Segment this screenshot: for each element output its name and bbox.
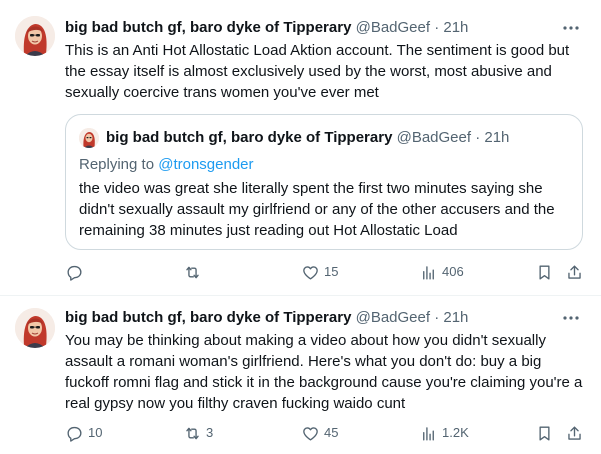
author-name[interactable]: big bad butch gf, baro dyke of Tipperary (65, 19, 351, 36)
tweet-text: You may be thinking about making a video… (65, 332, 583, 412)
like-count: 15 (324, 264, 339, 279)
views-button[interactable]: 406 (419, 262, 464, 282)
timestamp[interactable]: 21h (443, 19, 468, 36)
avatar[interactable] (15, 308, 55, 348)
separator: · (475, 129, 481, 146)
heart-icon (303, 265, 318, 280)
quoted-tweet-header: big bad butch gf, baro dyke of Tipperary… (106, 128, 509, 148)
reply-button[interactable]: 10 (65, 423, 102, 443)
retweet-button[interactable] (183, 262, 206, 282)
tweet-text: This is an Anti Hot Allostatic Load Akti… (65, 42, 570, 101)
action-bar: 10 3 45 1.2K (65, 423, 585, 443)
retweet-count: 3 (206, 425, 214, 440)
more-dots-icon[interactable] (561, 18, 581, 38)
bookmark-icon (539, 264, 550, 280)
avatar (79, 128, 99, 148)
author-handle[interactable]: @BadGeef (356, 309, 430, 326)
author-handle[interactable]: @BadGeef (356, 19, 430, 36)
reply-bubble-icon (67, 265, 82, 281)
heart-icon (303, 426, 318, 441)
share-button[interactable] (565, 262, 584, 282)
tweet[interactable]: big bad butch gf, baro dyke of Tipperary… (0, 296, 601, 454)
bookmark-button[interactable] (535, 423, 554, 443)
like-button[interactable]: 45 (301, 423, 338, 443)
reply-button[interactable] (65, 262, 88, 282)
action-bar: 15 406 (65, 262, 585, 282)
share-button[interactable] (565, 423, 584, 443)
author-name[interactable]: big bad butch gf, baro dyke of Tipperary (65, 309, 351, 326)
quoted-tweet-text: the video was great she literally spent … (79, 180, 555, 239)
share-upload-icon (568, 425, 581, 440)
retweet-icon (186, 427, 199, 439)
retweet-icon (186, 266, 199, 278)
views-button[interactable]: 1.2K (419, 423, 469, 443)
share-upload-icon (568, 264, 581, 279)
timestamp[interactable]: 21h (443, 309, 468, 326)
like-count: 45 (324, 425, 339, 440)
reply-count: 10 (88, 425, 103, 440)
like-button[interactable]: 15 (301, 262, 338, 282)
retweet-button[interactable]: 3 (183, 423, 213, 443)
separator: · (434, 309, 440, 326)
quoted-tweet[interactable]: big bad butch gf, baro dyke of Tipperary… (65, 114, 583, 250)
separator: · (434, 19, 440, 36)
author-name: big bad butch gf, baro dyke of Tipperary (106, 129, 393, 146)
reply-bubble-icon (67, 426, 82, 442)
tweet-header: big bad butch gf, baro dyke of Tipperary… (65, 18, 468, 38)
timestamp: 21h (484, 129, 510, 146)
mention-link[interactable]: @tronsgender (158, 156, 253, 173)
tweet-header: big bad butch gf, baro dyke of Tipperary… (65, 308, 468, 328)
tweet[interactable]: big bad butch gf, baro dyke of Tipperary… (0, 0, 601, 295)
bookmark-icon (539, 425, 550, 441)
view-count: 1.2K (442, 425, 469, 440)
author-handle: @BadGeef (396, 129, 472, 146)
replying-to-label: Replying to (79, 156, 159, 173)
bookmark-button[interactable] (535, 262, 554, 282)
views-bar-chart-icon (423, 426, 434, 441)
more-dots-icon[interactable] (561, 308, 581, 328)
avatar[interactable] (15, 16, 55, 56)
replying-to: Replying to @tronsgender (79, 155, 254, 175)
views-bar-chart-icon (423, 265, 434, 280)
view-count: 406 (442, 264, 464, 279)
